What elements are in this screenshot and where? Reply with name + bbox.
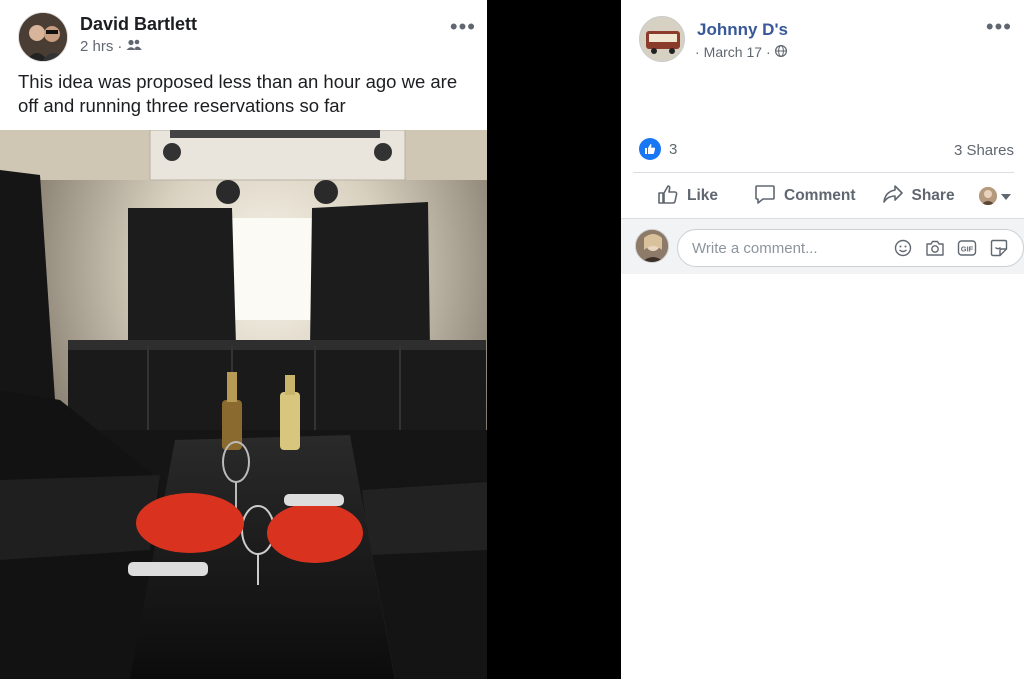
thumbs-up-icon [657, 183, 679, 210]
more-horizontal-icon[interactable]: ••• [986, 16, 1012, 38]
page-name[interactable]: Johnny D's [697, 20, 788, 40]
share-label: Share [911, 187, 955, 204]
share-arrow-icon [882, 183, 904, 210]
commenter-avatar[interactable] [635, 229, 669, 263]
caret-down-icon [1000, 187, 1011, 205]
share-button[interactable]: Share [870, 176, 967, 216]
meta-separator: · [766, 44, 771, 60]
like-label: Like [687, 187, 719, 204]
camera-icon[interactable] [925, 238, 945, 258]
divider [633, 172, 1014, 173]
action-bar: Like Comment Share [633, 176, 1014, 216]
shared-post-text: This idea was proposed less than an hour… [18, 71, 458, 116]
shared-author-avatar[interactable] [18, 12, 68, 62]
shared-post-header: David Bartlett 2 hrs · ••• [18, 12, 478, 64]
party-bus-interior-photo[interactable] [0, 129, 487, 679]
post-panel: Johnny D's · March 17 · ••• 3 3 Shares L… [621, 0, 1024, 679]
comment-tools: GIF [893, 238, 1009, 258]
shares-count[interactable]: 3 Shares [954, 142, 1014, 159]
comment-button[interactable]: Comment [742, 176, 867, 216]
shared-post-meta: 2 hrs · [80, 38, 142, 55]
like-reaction-icon [639, 138, 661, 160]
globe-icon [774, 44, 787, 60]
user-avatar-icon [978, 187, 997, 205]
reaction-audience-selector[interactable] [967, 176, 1023, 216]
emoji-icon[interactable] [893, 238, 913, 258]
post-meta: · March 17 · [695, 44, 787, 60]
comment-placeholder: Write a comment... [692, 240, 818, 257]
sticker-icon[interactable] [989, 238, 1009, 258]
comment-composer: Write a comment... GIF [621, 218, 1024, 274]
gif-icon[interactable]: GIF [957, 238, 977, 258]
comment-label: Comment [784, 187, 856, 204]
screenshot: David Bartlett 2 hrs · ••• This idea was… [0, 0, 1024, 679]
comment-icon [754, 183, 776, 210]
svg-text:GIF: GIF [961, 245, 974, 254]
like-button[interactable]: Like [645, 176, 730, 216]
friends-icon [126, 38, 142, 55]
page-avatar[interactable] [639, 16, 685, 62]
comment-input[interactable]: Write a comment... GIF [677, 229, 1024, 267]
meta-separator: · [117, 38, 123, 55]
reactions-summary[interactable]: 3 [639, 138, 677, 160]
reaction-count: 3 [669, 140, 678, 158]
shared-author-name[interactable]: David Bartlett [80, 14, 197, 35]
more-horizontal-icon[interactable]: ••• [450, 16, 476, 38]
meta-separator: · [695, 44, 700, 60]
shared-post-card: David Bartlett 2 hrs · ••• This idea was… [0, 0, 487, 679]
shared-post-time[interactable]: 2 hrs [80, 38, 113, 55]
post-date[interactable]: March 17 [704, 44, 762, 60]
